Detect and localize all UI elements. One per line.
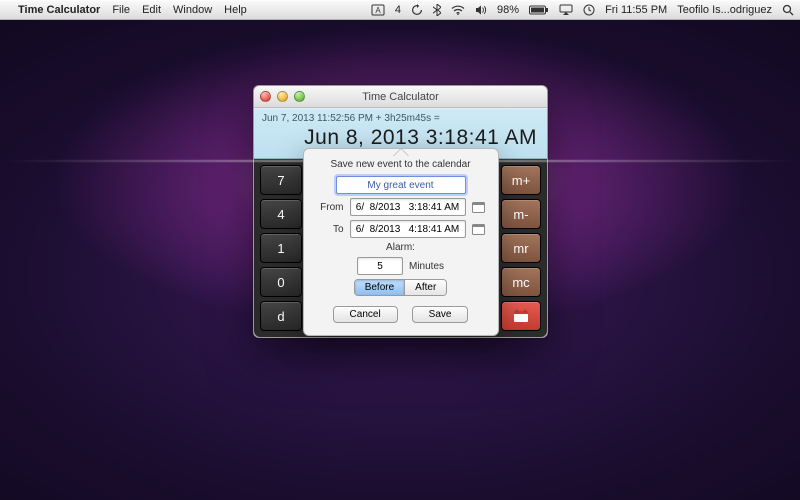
from-calendar-icon[interactable] xyxy=(472,200,486,214)
battery-percent: 98% xyxy=(497,4,519,16)
menubar: Time Calculator File Edit Window Help A … xyxy=(0,0,800,20)
key-calendar[interactable] xyxy=(501,301,541,331)
segment-before[interactable]: Before xyxy=(355,280,404,295)
alarm-segmented-control: Before After xyxy=(354,279,448,296)
menu-help[interactable]: Help xyxy=(224,4,247,16)
save-button[interactable]: Save xyxy=(412,306,469,323)
volume-icon[interactable] xyxy=(475,5,487,15)
wifi-icon[interactable] xyxy=(451,5,465,15)
window-zoom-button[interactable] xyxy=(294,91,305,102)
segment-after[interactable]: After xyxy=(404,280,446,295)
adobe-status-count: 4 xyxy=(395,4,401,16)
key-d[interactable]: d xyxy=(260,301,302,331)
menubar-clock[interactable]: Fri 11:55 PM xyxy=(605,4,667,16)
key-memory-recall[interactable]: mr xyxy=(501,233,541,263)
key-1[interactable]: 1 xyxy=(260,233,302,263)
spotlight-icon[interactable] xyxy=(782,4,794,16)
titlebar[interactable]: Time Calculator xyxy=(254,86,547,108)
from-label: From xyxy=(316,202,344,213)
app-menu[interactable]: Time Calculator xyxy=(18,4,100,16)
alarm-label: Alarm: xyxy=(386,242,415,253)
key-memory-plus[interactable]: m+ xyxy=(501,165,541,195)
save-event-popover: Save new event to the calendar From To xyxy=(303,148,499,336)
adobe-status-icon[interactable]: A xyxy=(371,4,385,16)
key-4[interactable]: 4 xyxy=(260,199,302,229)
minutes-label: Minutes xyxy=(409,261,444,272)
timemachine-icon[interactable] xyxy=(583,4,595,16)
calendar-icon xyxy=(513,309,529,323)
from-datetime-input[interactable] xyxy=(350,198,466,216)
popover-heading: Save new event to the calendar xyxy=(314,159,488,170)
bluetooth-icon[interactable] xyxy=(433,4,441,16)
menu-edit[interactable]: Edit xyxy=(142,4,161,16)
to-label: To xyxy=(316,224,344,235)
airplay-icon[interactable] xyxy=(559,4,573,15)
key-memory-minus[interactable]: m- xyxy=(501,199,541,229)
display-expression: Jun 7, 2013 11:52:56 PM + 3h25m45s = xyxy=(262,113,539,124)
menubar-user[interactable]: Teofilo Is...odriguez xyxy=(677,4,772,16)
key-7[interactable]: 7 xyxy=(260,165,302,195)
window-minimize-button[interactable] xyxy=(277,91,288,102)
to-datetime-input[interactable] xyxy=(350,220,466,238)
app-window: Time Calculator Jun 7, 2013 11:52:56 PM … xyxy=(253,85,548,338)
sync-icon[interactable] xyxy=(411,4,423,16)
event-name-input[interactable] xyxy=(336,176,466,194)
menu-file[interactable]: File xyxy=(112,4,130,16)
menu-window[interactable]: Window xyxy=(173,4,212,16)
cancel-button[interactable]: Cancel xyxy=(333,306,398,323)
key-0[interactable]: 0 xyxy=(260,267,302,297)
to-calendar-icon[interactable] xyxy=(472,222,486,236)
window-close-button[interactable] xyxy=(260,91,271,102)
svg-text:A: A xyxy=(375,6,381,15)
alarm-minutes-input[interactable] xyxy=(357,257,403,275)
key-memory-clear[interactable]: mc xyxy=(501,267,541,297)
battery-icon[interactable] xyxy=(529,5,549,15)
